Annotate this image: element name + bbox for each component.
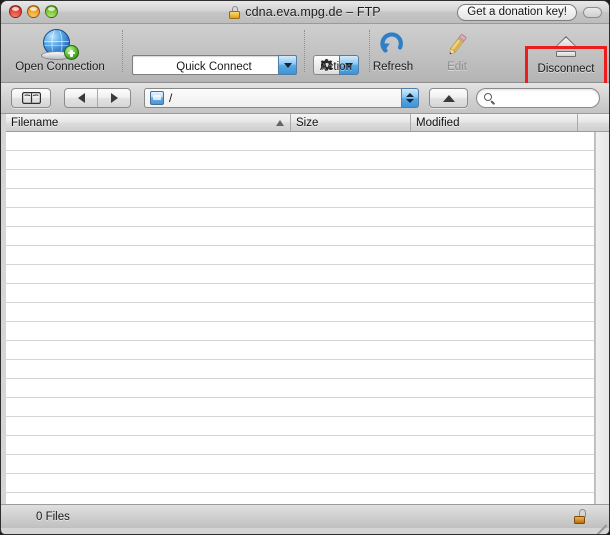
triangle-right-icon: [110, 93, 118, 103]
minimize-button[interactable]: [27, 5, 40, 18]
back-button[interactable]: [65, 89, 97, 107]
triangle-left-icon: [77, 93, 85, 103]
lock-icon: [229, 5, 241, 19]
search-icon: [484, 92, 495, 104]
forward-button[interactable]: [97, 89, 130, 107]
file-list-column-headers: Filename Size Modified: [6, 114, 609, 132]
history-navigation-group: [64, 88, 131, 108]
bookmarks-button[interactable]: [11, 88, 51, 108]
edit-button[interactable]: Edit: [421, 28, 493, 73]
column-header-filename[interactable]: Filename: [6, 114, 291, 131]
main-toolbar: Open Connection Quick Connect Action Ref…: [1, 24, 609, 103]
refresh-button[interactable]: Refresh: [357, 28, 429, 73]
stepper-updown-icon[interactable]: [401, 88, 419, 108]
book-icon: [21, 92, 41, 104]
file-list[interactable]: [6, 132, 609, 504]
navigation-bar: /: [1, 83, 609, 114]
eject-icon: [516, 30, 609, 64]
pencil-icon: [421, 28, 493, 62]
column-header-modified[interactable]: Modified: [411, 114, 578, 131]
refresh-label: Refresh: [372, 61, 414, 73]
path-value: /: [169, 91, 173, 105]
open-connection-button[interactable]: Open Connection: [9, 28, 111, 73]
open-connection-label: Open Connection: [15, 61, 105, 73]
quick-connect-label: Quick Connect: [176, 61, 252, 73]
path-field[interactable]: /: [144, 88, 401, 108]
toolbar-toggle-icon[interactable]: [583, 7, 602, 18]
triangle-up-icon: [442, 94, 455, 102]
parent-directory-button[interactable]: [429, 88, 468, 108]
status-bar: 0 Files: [1, 504, 609, 534]
globe-add-icon: [9, 28, 111, 62]
window-titlebar[interactable]: cdna.eva.mpg.de – FTP Get a donation key…: [1, 1, 609, 24]
toolbar-separator-1: [122, 30, 124, 72]
quick-connect-label-wrap: Quick Connect: [164, 61, 264, 73]
disk-icon: [150, 91, 164, 105]
close-button[interactable]: [9, 5, 22, 18]
window-title: cdna.eva.mpg.de – FTP: [245, 5, 381, 19]
file-count-status: 0 Files: [36, 510, 70, 523]
disconnect-button[interactable]: Disconnect: [516, 30, 609, 75]
file-list-rows[interactable]: [6, 132, 595, 504]
edit-label: Edit: [447, 61, 467, 73]
triangle-up-icon: [276, 119, 284, 126]
disconnect-label: Disconnect: [537, 63, 595, 75]
column-header-spacer: [578, 114, 609, 131]
path-combobox[interactable]: /: [144, 88, 419, 108]
search-input[interactable]: [495, 92, 592, 104]
refresh-icon: [357, 28, 429, 62]
donation-key-button[interactable]: Get a donation key!: [457, 3, 577, 21]
vertical-scrollbar[interactable]: [595, 132, 609, 504]
unlocked-padlock-icon[interactable]: [574, 509, 587, 524]
window-controls: [9, 5, 58, 18]
resize-grip-icon[interactable]: [593, 512, 607, 534]
ftp-client-window: cdna.eva.mpg.de – FTP Get a donation key…: [0, 0, 610, 535]
search-field[interactable]: [476, 88, 600, 108]
column-header-size[interactable]: Size: [291, 114, 411, 131]
zoom-button[interactable]: [45, 5, 58, 18]
